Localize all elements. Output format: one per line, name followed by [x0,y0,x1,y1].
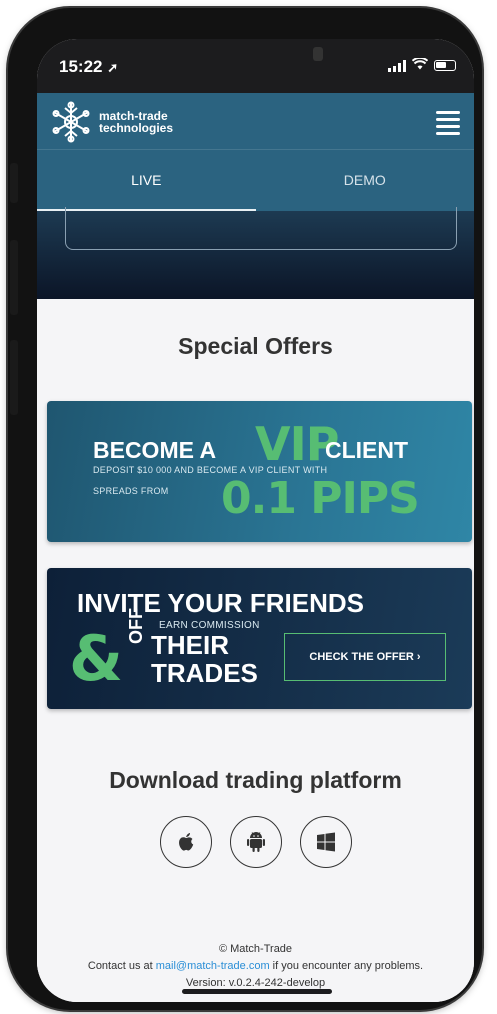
status-bar: 15:22 ➚ [37,39,474,93]
main-content: Special Offers BECOME A VIP CLIENT DEPOS… [37,299,474,1002]
status-time-text: 15:22 [59,57,103,76]
vip-client-banner[interactable]: BECOME A VIP CLIENT DEPOSIT $10 000 AND … [47,401,472,542]
home-indicator[interactable] [182,989,332,994]
android-icon[interactable] [229,816,282,868]
logo[interactable]: match-trade technologies [49,100,173,144]
volume-down-button [10,340,18,415]
download-platform-title: Download trading platform [109,767,402,793]
vip-spreads-text: SPREADS FROM [93,486,169,496]
brand-name: match-trade technologies [99,110,173,134]
wifi-icon [411,56,429,73]
signal-bars-icon [388,59,406,72]
app-header: match-trade technologies [37,93,474,149]
mute-switch [10,163,18,203]
contact-line: Contact us at mail@match-trade.com if yo… [37,958,474,975]
brand-line-2: technologies [99,121,174,135]
invite-headline: INVITE YOUR FRIENDS [77,588,365,618]
volume-up-button [10,240,18,315]
vip-client-text: CLIENT [325,437,409,463]
vip-pips-text: 0.1 PIPS [221,473,420,524]
footer: © Match-Trade Contact us at mail@match-t… [37,941,474,992]
battery-icon [434,60,456,71]
status-icons [388,56,456,73]
invite-off-text: OFF [126,608,146,644]
camera-indicator [313,47,323,61]
vip-become-text: BECOME A [93,437,217,463]
invite-ampersand: & [69,622,124,695]
platform-buttons [37,816,474,868]
location-arrow-icon: ➚ [107,60,119,75]
phone-frame: 15:22 ➚ match-trade technologies LIVE DE… [8,8,482,1010]
windows-icon[interactable] [299,816,352,868]
screen: 15:22 ➚ match-trade technologies LIVE DE… [37,39,474,1002]
tab-demo[interactable]: DEMO [256,150,475,212]
copyright-text: © Match-Trade [218,943,293,955]
hamburger-menu-icon[interactable] [436,111,460,135]
invite-friends-banner[interactable]: INVITE YOUR FRIENDS & OFF EARN COMMISSIO… [47,568,472,709]
contact-prefix: Contact us at [87,960,156,972]
account-tabs: LIVE DEMO [37,149,474,212]
snowflake-logo-icon [52,101,90,143]
special-offers-title: Special Offers [178,333,333,359]
status-time: 15:22 ➚ [59,57,118,77]
check-the-offer-button[interactable]: CHECK THE OFFER › [284,633,446,681]
contact-email-link[interactable]: mail@match-trade.com [156,960,270,972]
apple-icon[interactable] [159,816,212,868]
account-card-area [37,207,474,299]
account-card[interactable] [65,207,457,250]
contact-suffix: if you encounter any problems. [269,960,424,972]
tab-live[interactable]: LIVE [37,150,256,212]
invite-trades-text: TRADES [151,658,258,688]
invite-their-text: THEIR [151,630,229,660]
